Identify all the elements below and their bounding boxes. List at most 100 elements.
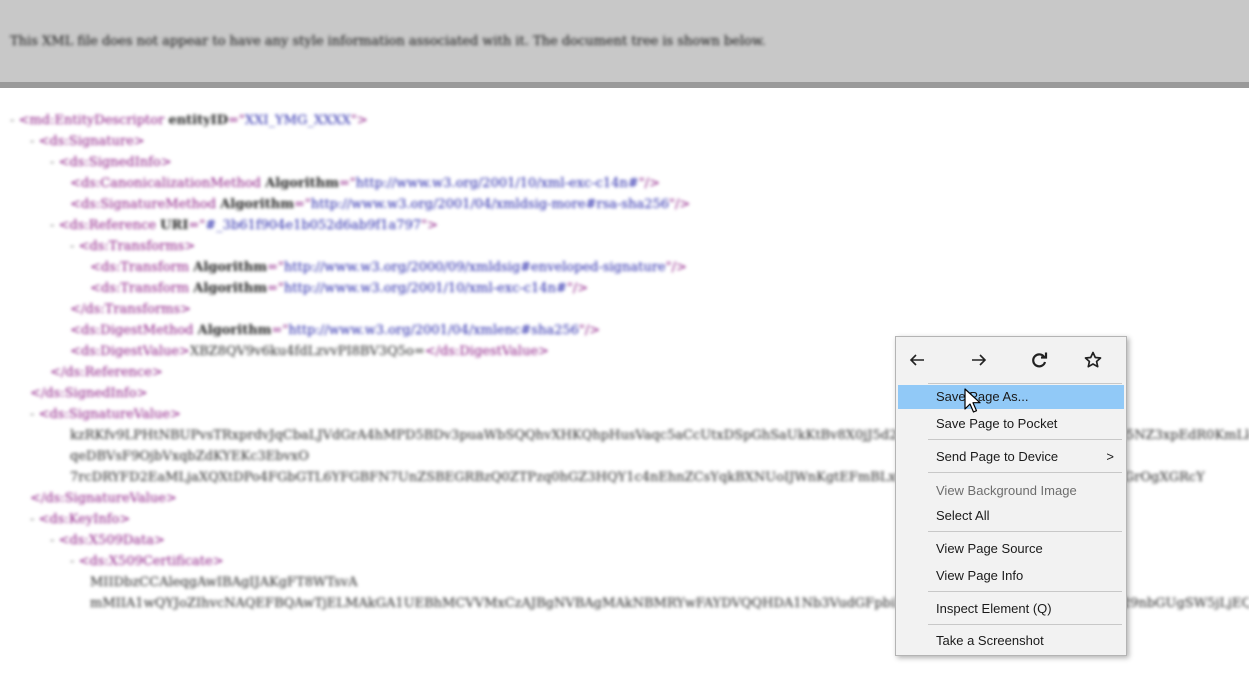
xml-token-dash: - bbox=[50, 155, 59, 170]
xml-token-attr: URI bbox=[160, 218, 189, 233]
xml-token-tag: <ds:CanonicalizationMethod bbox=[70, 176, 266, 191]
xml-token-dash: - bbox=[30, 134, 39, 149]
submenu-arrow-icon: > bbox=[1106, 449, 1114, 464]
xml-token-tag: =" bbox=[338, 176, 356, 191]
xml-line: - <ds:SignedInfo> bbox=[0, 152, 1249, 173]
send-page-to-device-item[interactable]: Send Page to Device > bbox=[898, 445, 1124, 469]
banner-message: This XML file does not appear to have an… bbox=[10, 34, 766, 49]
xml-token-dash: - bbox=[70, 239, 79, 254]
menu-item-label: Select All bbox=[936, 508, 990, 523]
mouse-pointer-icon bbox=[964, 388, 981, 413]
save-page-as-item[interactable]: Save Page As... bbox=[898, 385, 1124, 409]
xml-token-attr: entityID bbox=[168, 113, 229, 128]
xml-token-tag: </ds:SignedInfo> bbox=[30, 386, 148, 401]
xml-token-dash: - bbox=[70, 554, 79, 569]
view-page-info-item[interactable]: View Page Info bbox=[898, 564, 1124, 588]
xml-token-tag: "/> bbox=[638, 176, 660, 191]
xml-token-attr: Algorithm bbox=[197, 323, 272, 338]
xml-token-tag: "/> bbox=[665, 260, 687, 275]
xml-token-tag: <md:EntityDescriptor bbox=[18, 113, 169, 128]
xml-token-val: http://www.w3.org/2001/04/xmldsig-more#r… bbox=[310, 197, 670, 212]
menu-separator bbox=[928, 383, 1122, 384]
xml-token-val: http://www.w3.org/2000/09/xmldsig#envelo… bbox=[283, 260, 666, 275]
xml-token-dash: - bbox=[10, 113, 19, 128]
select-all-item[interactable]: Select All bbox=[898, 504, 1124, 528]
menu-item-label: Take a Screenshot bbox=[936, 633, 1044, 648]
menu-separator bbox=[928, 624, 1122, 625]
xml-token-tag: "> bbox=[350, 113, 368, 128]
xml-token-tag: <ds:X509Certificate> bbox=[78, 554, 224, 569]
xml-token-txt: MIIDbzCCAleqgAwIBAgIJAKgFT8WTsvA bbox=[90, 575, 358, 590]
xml-token-val: #_3b61f904e1b052d6ab9f1a797 bbox=[205, 218, 422, 233]
xml-token-tag: <ds:DigestValue> bbox=[70, 344, 190, 359]
xml-token-tag: <ds:DigestMethod bbox=[70, 323, 198, 338]
xml-token-attr: Algorithm bbox=[193, 281, 268, 296]
xml-token-tag: <ds:Reference bbox=[58, 218, 161, 233]
xml-token-tag: <ds:KeyInfo> bbox=[38, 512, 131, 527]
view-background-image-item[interactable]: View Background Image bbox=[898, 479, 1124, 503]
xml-token-tag: <ds:SignatureMethod bbox=[70, 197, 221, 212]
arrow-right-icon bbox=[972, 354, 987, 366]
back-button[interactable] bbox=[901, 344, 933, 376]
xml-token-dash: - bbox=[50, 218, 59, 233]
xml-token-tag: =" bbox=[228, 113, 245, 128]
xml-line: <ds:SignatureMethod Algorithm="http://ww… bbox=[0, 194, 1249, 215]
reload-button[interactable] bbox=[1023, 344, 1055, 376]
xml-line: - <ds:Reference URI="#_3b61f904e1b052d6a… bbox=[0, 215, 1249, 236]
xml-token-dash: - bbox=[30, 407, 39, 422]
xml-token-val: http://www.w3.org/2001/04/xmlenc#sha256 bbox=[288, 323, 579, 338]
menu-separator bbox=[928, 591, 1122, 592]
xml-token-txt: qeDBVsF9OjbVxqbZdKYEKc3EbvxO bbox=[70, 449, 309, 464]
menu-item-label: View Background Image bbox=[936, 483, 1077, 498]
xml-token-attr: Algorithm bbox=[220, 197, 294, 212]
menu-item-label: View Page Source bbox=[936, 541, 1043, 556]
xml-line: - <ds:Transforms> bbox=[0, 236, 1249, 257]
xml-token-tag: <ds:Signature> bbox=[38, 134, 145, 149]
context-menu-navigation-row bbox=[897, 340, 1125, 380]
arrow-left-icon bbox=[909, 354, 924, 366]
xml-token-val: http://www.w3.org/2001/10/xml-exc-c14n# bbox=[283, 281, 567, 296]
xml-token-attr: Algorithm bbox=[193, 260, 268, 275]
xml-line: <ds:Transform Algorithm="http://www.w3.o… bbox=[0, 278, 1249, 299]
xml-line: </ds:Transforms> bbox=[0, 299, 1249, 320]
save-page-to-pocket-item[interactable]: Save Page to Pocket bbox=[898, 412, 1124, 436]
xml-token-tag: </ds:Reference> bbox=[50, 365, 163, 380]
xml-token-tag: <ds:SignedInfo> bbox=[58, 155, 172, 170]
view-page-source-item[interactable]: View Page Source bbox=[898, 537, 1124, 561]
xml-token-dash: - bbox=[50, 533, 59, 548]
xml-token-tag: =" bbox=[188, 218, 206, 233]
xml-token-tag: "/> bbox=[578, 323, 601, 338]
menu-separator bbox=[928, 439, 1122, 440]
xml-token-val: http://www.w3.org/2001/10/xml-exc-c14n# bbox=[355, 176, 639, 191]
reload-icon bbox=[1032, 352, 1048, 368]
menu-item-label: View Page Info bbox=[936, 568, 1024, 583]
xml-token-tag: <ds:SignatureValue> bbox=[38, 407, 181, 422]
xml-style-info-banner: This XML file does not appear to have an… bbox=[0, 0, 1249, 88]
xml-token-dash: - bbox=[30, 512, 39, 527]
xml-token-tag: =" bbox=[267, 260, 284, 275]
xml-line: <ds:Transform Algorithm="http://www.w3.o… bbox=[0, 257, 1249, 278]
context-menu: Save Page As... Save Page to Pocket Send… bbox=[895, 336, 1127, 656]
forward-button[interactable] bbox=[963, 344, 995, 376]
menu-item-label: Inspect Element (Q) bbox=[936, 601, 1052, 616]
xml-line: <ds:CanonicalizationMethod Algorithm="ht… bbox=[0, 173, 1249, 194]
xml-token-tag: </ds:DigestValue> bbox=[424, 344, 549, 359]
bookmark-button[interactable] bbox=[1077, 344, 1109, 376]
xml-token-tag: <ds:Transform bbox=[90, 260, 194, 275]
xml-line: - <ds:Signature> bbox=[0, 131, 1249, 152]
menu-separator bbox=[928, 472, 1122, 473]
xml-token-tag: <ds:Transform bbox=[90, 281, 194, 296]
take-a-screenshot-item[interactable]: Take a Screenshot bbox=[898, 629, 1124, 653]
xml-token-tag: =" bbox=[293, 197, 311, 212]
menu-item-label: Send Page to Device bbox=[936, 449, 1059, 464]
xml-token-attr: Algorithm bbox=[265, 176, 339, 191]
xml-token-tag: <ds:Transforms> bbox=[78, 239, 196, 254]
xml-token-tag: </ds:Transforms> bbox=[70, 302, 192, 317]
xml-token-tag: "> bbox=[421, 218, 438, 233]
xml-token-tag: =" bbox=[271, 323, 289, 338]
inspect-element-item[interactable]: Inspect Element (Q) bbox=[898, 597, 1124, 621]
xml-token-val: XXI_YMG_XXXX bbox=[244, 113, 351, 128]
menu-item-label: Save Page to Pocket bbox=[936, 416, 1058, 431]
xml-token-tag: =" bbox=[267, 281, 284, 296]
xml-line: - <md:EntityDescriptor entityID="XXI_YMG… bbox=[0, 110, 1249, 131]
